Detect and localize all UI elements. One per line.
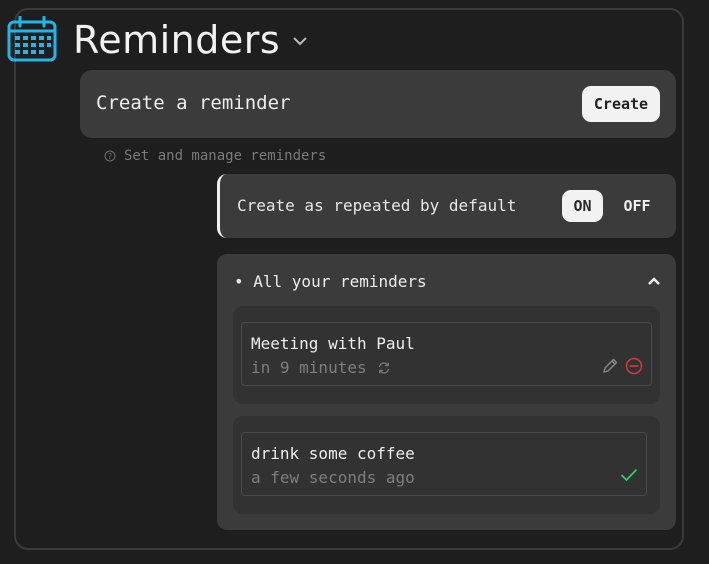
repeat-icon (378, 361, 389, 374)
reminders-list-card: • All your reminders Meeting with Paul i… (217, 254, 676, 530)
reminder-time-row: in 9 minutes (251, 358, 391, 377)
repeat-default-card: Create as repeated by default ON OFF (217, 174, 676, 238)
reminder-time-row: a few seconds ago (251, 468, 415, 487)
reminder-time: in 9 minutes (251, 358, 367, 377)
delete-icon[interactable] (625, 357, 643, 375)
reminder-title: drink some coffee (251, 444, 415, 463)
app-title: Reminders (73, 18, 281, 62)
calendar-icon (7, 16, 57, 62)
hint-text: Set and manage reminders (124, 148, 327, 164)
create-reminder-card: Create a reminder Create (80, 70, 676, 138)
create-button[interactable]: Create (582, 86, 660, 122)
create-reminder-label: Create a reminder (96, 92, 291, 114)
reminder-item[interactable]: Meeting with Paul in 9 minutes (241, 322, 652, 386)
svg-text:?: ? (108, 152, 112, 161)
chevron-up-icon[interactable] (647, 276, 661, 286)
check-icon (620, 468, 638, 482)
list-item: Meeting with Paul in 9 minutes (233, 306, 660, 404)
list-header: • All your reminders (234, 272, 427, 291)
edit-icon[interactable] (601, 357, 619, 375)
help-circle-icon: ? (104, 150, 116, 162)
list-item: drink some coffee a few seconds ago (233, 416, 660, 514)
hint-text-row: ? Set and manage reminders (104, 148, 326, 164)
reminder-title: Meeting with Paul (251, 334, 415, 353)
reminder-item[interactable]: drink some coffee a few seconds ago (241, 432, 647, 496)
reminder-time: a few seconds ago (251, 468, 415, 487)
chevron-down-icon[interactable] (292, 35, 308, 47)
repeat-default-label: Create as repeated by default (237, 196, 517, 215)
toggle-on-button[interactable]: ON (562, 190, 603, 222)
toggle-off-button[interactable]: OFF (614, 190, 660, 222)
